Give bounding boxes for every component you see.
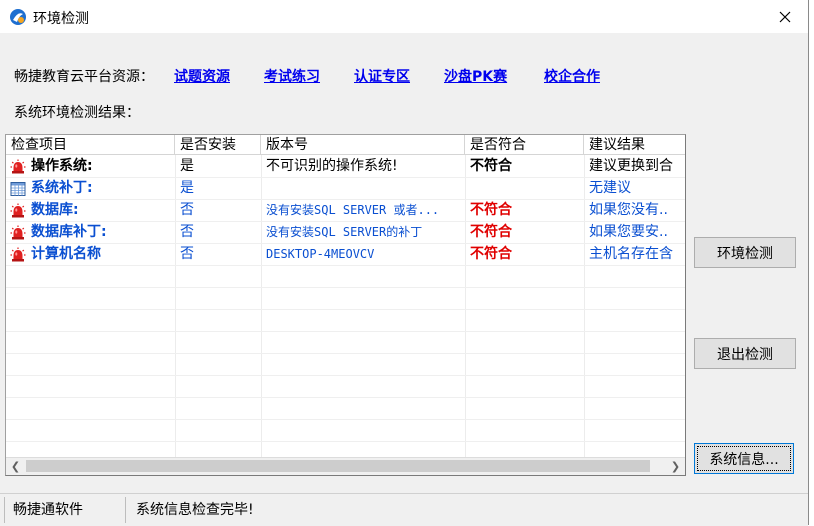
cell-advice: 建议更换到合 <box>589 158 673 174</box>
check-results-list[interactable]: 检查项目 是否安装 版本号 是否符合 建议结果 操作系统: 是 不可识别的操作系统!… <box>5 134 686 476</box>
column-header-version[interactable]: 版本号 <box>261 135 465 154</box>
title-bar: 环境检测 <box>0 0 808 33</box>
list-rows: 操作系统: 是不可识别的操作系统! 不符合 建议更换到合 系统补丁: 是无建议 数据库: 否没… <box>6 156 685 475</box>
exit-detect-button[interactable]: 退出检测 <box>694 338 796 369</box>
cell-advice: 主机名存在含 <box>589 246 673 262</box>
empty-row <box>6 376 685 398</box>
cell-advice: 无建议 <box>589 180 631 196</box>
cell-installed: 是 <box>180 158 194 174</box>
cell-name: 数据库补丁: <box>31 224 107 240</box>
status-bar: 畅捷通软件 系统信息检查完毕! <box>0 493 808 526</box>
empty-row <box>6 354 685 376</box>
empty-row <box>6 398 685 420</box>
link-sandbox-pk[interactable]: 沙盘PK赛 <box>444 66 507 86</box>
scroll-right-arrow-icon[interactable]: ❯ <box>667 458 684 475</box>
horizontal-scrollbar[interactable]: ❮ ❯ <box>6 457 685 475</box>
cell-match: 不符合 <box>470 158 512 174</box>
status-app-name: 畅捷通软件 <box>4 497 126 523</box>
focus-ring <box>697 446 791 471</box>
window-title: 环境检测 <box>33 11 89 27</box>
system-info-button[interactable]: 系统信息... <box>694 443 794 474</box>
table-row[interactable]: 系统补丁: 是 无建议 <box>6 178 685 200</box>
status-message: 系统信息检查完毕! <box>136 502 254 518</box>
cell-match: 不符合 <box>470 224 512 240</box>
cell-name: 操作系统: <box>31 158 93 174</box>
resources-label: 畅捷教育云平台资源： <box>14 69 154 85</box>
column-header-advice[interactable]: 建议结果 <box>584 135 685 154</box>
column-header-installed[interactable]: 是否安装 <box>175 135 261 154</box>
column-header-item[interactable]: 检查项目 <box>6 135 175 154</box>
table-row[interactable]: 数据库补丁: 否 没有安装SQL SERVER的补丁 不符合 如果您要安.. <box>6 222 685 244</box>
environment-check-window: 环境检测 畅捷教育云平台资源： 试题资源 考试练习 认证专区 沙盘PK赛 校企合… <box>0 0 809 526</box>
column-header-compliant[interactable]: 是否符合 <box>465 135 584 154</box>
cell-name: 系统补丁: <box>31 180 93 196</box>
cell-version <box>261 178 465 199</box>
cell-version: 没有安装SQL SERVER 或者... <box>266 203 440 217</box>
cell-advice: 如果您没有.. <box>589 202 668 218</box>
cell-installed: 否 <box>180 246 194 262</box>
cell-match: 不符合 <box>470 202 512 218</box>
table-row[interactable]: 操作系统: 是 不可识别的操作系统! 不符合 建议更换到合 <box>6 156 685 178</box>
cell-installed: 否 <box>180 224 194 240</box>
cell-version: DESKTOP-4MEOVCV <box>266 247 375 261</box>
empty-row <box>6 332 685 354</box>
link-certification[interactable]: 认证专区 <box>354 66 410 86</box>
link-school-enterprise[interactable]: 校企合作 <box>544 66 600 86</box>
close-icon <box>779 11 791 22</box>
app-logo-icon <box>10 9 26 25</box>
link-exam-practice[interactable]: 考试练习 <box>264 66 320 86</box>
cell-version: 没有安装SQL SERVER的补丁 <box>266 225 423 239</box>
table-row[interactable]: 计算机名称 否 DESKTOP-4MEOVCV 不符合 主机名存在含 <box>6 244 685 266</box>
result-label: 系统环境检测结果： <box>14 105 140 121</box>
desktop-edge <box>810 0 814 525</box>
scrollbar-thumb[interactable] <box>26 460 650 472</box>
scroll-left-arrow-icon[interactable]: ❮ <box>7 458 24 475</box>
cell-installed: 是 <box>180 180 194 196</box>
environment-detect-button[interactable]: 环境检测 <box>694 237 796 268</box>
table-row[interactable]: 数据库: 否 没有安装SQL SERVER 或者... 不符合 如果您没有.. <box>6 200 685 222</box>
list-header: 检查项目 是否安装 版本号 是否符合 建议结果 <box>6 135 685 155</box>
close-button[interactable] <box>762 0 808 33</box>
empty-row <box>6 420 685 442</box>
cell-name: 计算机名称 <box>31 246 101 262</box>
empty-row <box>6 266 685 288</box>
empty-row <box>6 310 685 332</box>
cell-installed: 否 <box>180 202 194 218</box>
cell-match: 不符合 <box>470 246 512 262</box>
cell-match <box>465 178 584 199</box>
cell-name: 数据库: <box>31 202 79 218</box>
cell-version: 不可识别的操作系统! <box>266 158 398 174</box>
link-question-bank[interactable]: 试题资源 <box>174 66 230 86</box>
empty-row <box>6 288 685 310</box>
cell-advice: 如果您要安.. <box>589 224 668 240</box>
